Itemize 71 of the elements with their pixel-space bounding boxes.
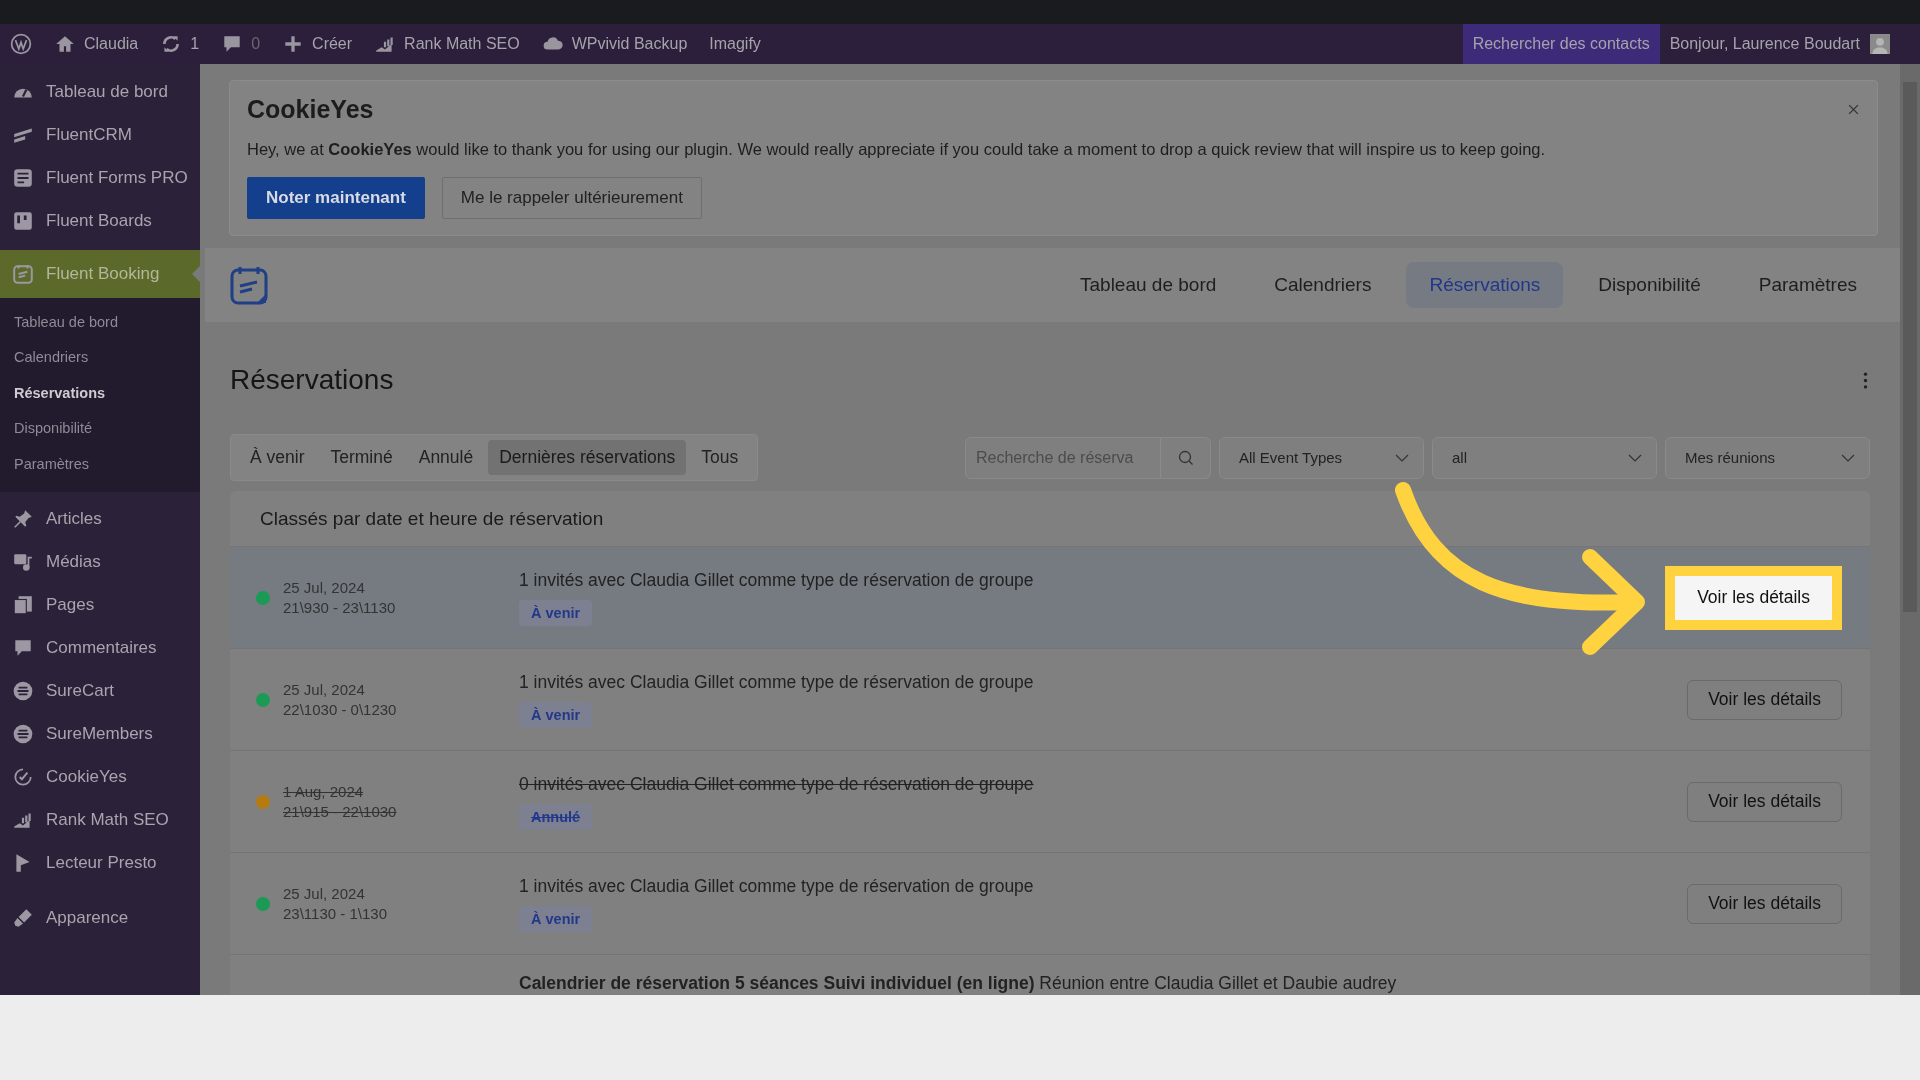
- admin-bar-link[interactable]: Rank Math SEO: [404, 35, 520, 53]
- submenu-item[interactable]: Tableau de bord: [0, 304, 200, 340]
- filter-tab[interactable]: À venir: [239, 440, 316, 475]
- booking-time: 21\915 - 22\1030: [283, 801, 397, 822]
- comments-count[interactable]: 0: [251, 35, 261, 53]
- sidebar-item[interactable]: Fluent Booking: [0, 250, 200, 298]
- booking-title: 1 invités avec Claudia Gillet comme type de réservation de groupe: [519, 875, 1034, 897]
- cookieyes-logo: CookieYes: [247, 95, 374, 124]
- filter-dropdown[interactable]: All Event Types: [1219, 436, 1424, 479]
- sidebar-item[interactable]: Rank Math SEO: [0, 798, 200, 842]
- filter-tab[interactable]: Annulé: [407, 440, 485, 475]
- booking-time: 22\1030 - 0\1230: [283, 699, 397, 720]
- sidebar-item[interactable]: CookieYes: [0, 755, 200, 799]
- greeting-link[interactable]: Bonjour, Laurence Boudart: [1669, 35, 1860, 53]
- nav-tab[interactable]: Disponibilité: [1575, 262, 1724, 308]
- submenu-item[interactable]: Calendriers: [0, 339, 200, 375]
- sidebar-item[interactable]: FluentCRM: [0, 113, 200, 156]
- submenu-item[interactable]: Disponibilité: [0, 410, 200, 446]
- status-badge: À venir: [519, 599, 593, 626]
- sidebar-item[interactable]: Médias: [0, 540, 200, 584]
- booking-title: Calendrier de réservation 5 séances Suivi individuel (en ligne) Réunion entre Claudia Gillet et Daubie audrey: [519, 973, 1397, 994]
- booking-date: 25 Jul, 2024: [283, 883, 366, 904]
- create-link[interactable]: Créer: [312, 35, 353, 53]
- filter-tab[interactable]: Tous: [690, 440, 750, 475]
- booking-row[interactable]: 1 Aug, 2024 21\915 - 22\1030 0 invités avec Claudia Gillet comme type de réservation de groupe Annulé Voir les détails: [230, 751, 1870, 853]
- submenu-item[interactable]: Réservations: [0, 375, 200, 411]
- filter-tab[interactable]: Dernières réservations: [488, 440, 687, 475]
- filter-tab[interactable]: Terminé: [319, 440, 404, 475]
- booking-date: 25 Jul, 2024: [283, 577, 366, 598]
- booking-row[interactable]: 25 Jul, 2024 21\930 - 23\1130 1 invités avec Claudia Gillet comme type de réservation de groupe À venir Voir les détails: [230, 547, 1870, 649]
- site-name-link[interactable]: Claudia: [84, 35, 139, 53]
- status-badge: Annulé: [519, 803, 593, 830]
- details-button[interactable]: Voir les détails: [1687, 679, 1842, 720]
- filter-dropdown[interactable]: Mes réunions: [1665, 436, 1870, 479]
- nav-tab[interactable]: Calendriers: [1251, 262, 1395, 308]
- sidebar-item[interactable]: Pages: [0, 583, 200, 627]
- admin-bar-link[interactable]: Imagify: [709, 35, 761, 53]
- sidebar-item[interactable]: Apparence: [0, 896, 200, 940]
- booking-title: 0 invités avec Claudia Gillet comme type de réservation de groupe: [519, 773, 1034, 795]
- booking-row[interactable]: 25 Jul, 2024 23\1130 - 1\130 1 invités avec Claudia Gillet comme type de réservation de groupe À venir Voir les détails: [230, 853, 1870, 955]
- booking-time: 23\1130 - 1\130: [283, 903, 387, 924]
- booking-time: 21\930 - 23\1130: [283, 597, 396, 618]
- sidebar-item[interactable]: Commentaires: [0, 626, 200, 670]
- status-badge: À venir: [519, 701, 593, 728]
- nav-tab[interactable]: Tableau de bord: [1057, 262, 1240, 308]
- booking-title: 1 invités avec Claudia Gillet comme type de réservation de groupe: [519, 671, 1034, 693]
- booking-row[interactable]: 25 Jul, 2024 22\1030 - 0\1230 1 invités avec Claudia Gillet comme type de réservation de groupe À venir Voir les détails: [230, 649, 1870, 751]
- status-badge: À venir: [519, 905, 593, 932]
- admin-bar-link[interactable]: WPvivid Backup: [571, 35, 688, 53]
- nav-tab[interactable]: Paramètres: [1735, 262, 1880, 308]
- details-button[interactable]: Voir les détails: [1687, 781, 1842, 822]
- details-button[interactable]: Voir les détails: [1687, 883, 1842, 924]
- contact-search-link[interactable]: Rechercher des contacts: [1462, 24, 1660, 64]
- booking-date: 25 Jul, 2024: [283, 679, 366, 700]
- booking-title: 1 invités avec Claudia Gillet comme type de réservation de groupe: [519, 569, 1034, 591]
- booking-date: 1 Aug, 2024: [283, 781, 365, 802]
- sidebar-item[interactable]: SureMembers: [0, 712, 200, 756]
- sidebar-item[interactable]: Tableau de bord: [0, 70, 200, 113]
- remind-later-button[interactable]: Me le rappeler ultérieurement: [441, 177, 702, 219]
- submenu-item[interactable]: Paramètres: [0, 446, 200, 482]
- sidebar-item[interactable]: Lecteur Presto: [0, 841, 200, 885]
- rate-now-button[interactable]: Noter maintenant: [247, 177, 425, 219]
- sidebar-item[interactable]: Articles: [0, 497, 200, 541]
- sidebar-item[interactable]: Fluent Boards: [0, 199, 200, 242]
- filter-dropdown[interactable]: all: [1432, 436, 1657, 479]
- page-title: Réservations: [230, 364, 394, 396]
- updates-count[interactable]: 1: [190, 35, 200, 53]
- notice-message: Hey, we at CookieYes would like to thank you for using our plugin. We would really appreciate if you could take a moment to drop a quick review that will inspire us to keep going.: [247, 140, 1547, 159]
- sidebar-item[interactable]: Fluent Forms PRO: [0, 156, 200, 199]
- sidebar-item[interactable]: SureCart: [0, 669, 200, 713]
- details-button[interactable]: Voir les détails: [1665, 565, 1842, 630]
